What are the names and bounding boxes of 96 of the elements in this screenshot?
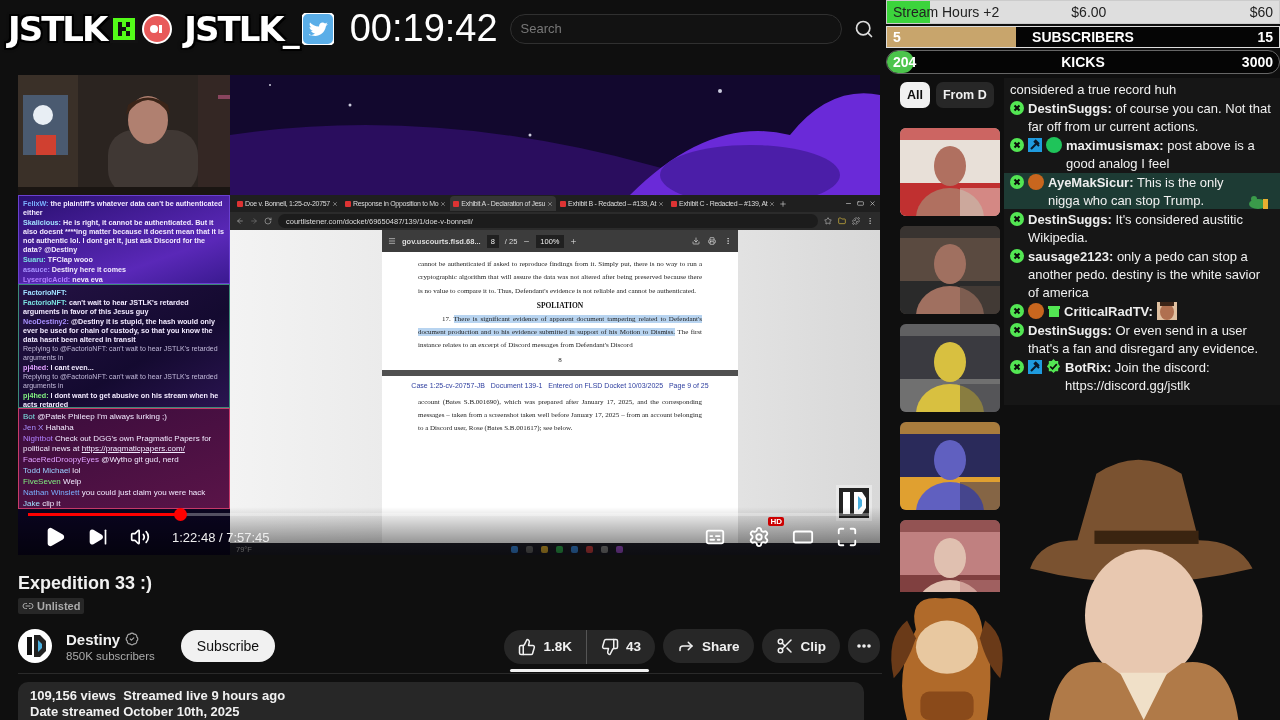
- subscriber-count: 850K subscribers: [66, 649, 155, 662]
- video-title: Expedition 33 :): [18, 573, 153, 594]
- badge-icon: [1010, 174, 1024, 189]
- badge-icon: [1010, 303, 1024, 318]
- settings-icon[interactable]: [748, 526, 770, 548]
- chat-message: FiveSeven Welp: [23, 477, 83, 488]
- next-icon[interactable]: [88, 527, 108, 547]
- progress-handle[interactable]: [173, 508, 187, 521]
- close-icon[interactable]: [658, 200, 665, 207]
- thumbs-up-icon: [518, 637, 537, 656]
- menu-icon[interactable]: [388, 237, 396, 245]
- download-icon[interactable]: [692, 237, 700, 245]
- chat-message: DestinSuggs: Or even send in a user that's a fan and disregard any evidence.: [1028, 323, 1259, 356]
- description-box[interactable]: 109,156 views Streamed live 9 hours ago Date streamed October 10th, 2025: [18, 682, 864, 720]
- close-icon[interactable]: [547, 200, 554, 207]
- chat-message: Todd Michael lol: [23, 466, 82, 477]
- print-icon[interactable]: [708, 237, 716, 245]
- chat-message: CriticalRadTV:: [1064, 304, 1153, 319]
- badge-icon: [1010, 100, 1024, 115]
- chat-message: Nathan Winslett you could just claim you were hack: [23, 488, 207, 499]
- badge-icon: [1010, 211, 1024, 226]
- badge-icon: [1010, 359, 1024, 374]
- chat-message: Nightbot Check out DGG's own Pragmatic Papers for political news at https://pragmaticpapers.com/: [23, 434, 213, 455]
- hammer-icon: [1028, 137, 1042, 152]
- filter-chip[interactable]: From D: [936, 82, 994, 108]
- search-field[interactable]: Search: [509, 13, 842, 44]
- channel-avatar[interactable]: [18, 629, 52, 663]
- reload-icon[interactable]: [264, 217, 272, 225]
- channel-logo-icon: [836, 485, 872, 521]
- close-icon[interactable]: [440, 200, 447, 207]
- close-icon[interactable]: [331, 200, 338, 207]
- filter-chip[interactable]: All: [900, 82, 930, 108]
- logo-text: JSTLK: [8, 8, 107, 49]
- chat-message: DestinSuggs: of course you can. Not that far off from ur current actions.: [1028, 101, 1271, 134]
- zoom-in-icon[interactable]: [569, 237, 577, 245]
- close-icon[interactable]: [769, 200, 776, 207]
- clip-button[interactable]: Clip: [761, 629, 840, 663]
- gift-icon: [1048, 303, 1060, 318]
- chat-message: Bot @Patek Phileep I'm always lurking ;): [23, 412, 168, 423]
- chat-message: Jen X Hahaha: [23, 423, 75, 434]
- frog-emote-icon: [1248, 195, 1270, 209]
- video-player[interactable]: [18, 75, 880, 555]
- more-icon: [857, 644, 871, 648]
- share-button[interactable]: Share: [662, 629, 754, 663]
- thumbs-down-icon: [600, 637, 619, 656]
- chat-message: DestinSuggs: It's considered austitic Wikipedia.: [1028, 212, 1243, 245]
- view-stats: 109,156 views Streamed live 9 hours ago: [30, 688, 287, 704]
- verified-icon: [1046, 359, 1061, 374]
- volume-icon[interactable]: [130, 527, 150, 547]
- badge-icon: [1010, 137, 1024, 152]
- hd-badge: HD: [768, 517, 784, 526]
- stream-timer: 00:19:42: [349, 7, 498, 50]
- chat-message: sausage2123: only a pedo can stop a another pedo. destiny is the white savior of america: [1028, 249, 1260, 300]
- back-icon[interactable]: [236, 217, 244, 225]
- chat-message: AyeMakSicur: This is the only nigga who can stop Trump.: [1048, 175, 1224, 208]
- like-button[interactable]: 1.8K: [504, 629, 586, 664]
- goal-label: SUBSCRIBERS: [1031, 29, 1135, 45]
- fullscreen-icon[interactable]: [836, 526, 858, 548]
- chat-message: considered a true record huh: [1010, 82, 1177, 97]
- progress-track[interactable]: [28, 508, 870, 521]
- stream-date: Date streamed October 10th, 2025: [30, 704, 241, 720]
- chat-message: maximusismax: post above is a good analog I feel: [1066, 138, 1255, 171]
- badge-icon: [1010, 248, 1024, 263]
- star-icon[interactable]: [824, 217, 832, 225]
- hammer-icon: [1028, 359, 1042, 374]
- emote-icon: [1156, 302, 1177, 320]
- dislike-button[interactable]: 43: [585, 629, 655, 664]
- more-button[interactable]: [848, 629, 880, 663]
- link-icon: [22, 600, 34, 612]
- record-icon: [142, 13, 173, 44]
- goal-current: 5: [893, 29, 902, 45]
- chat-message: Jake clip it: [23, 499, 62, 508]
- extension-icon[interactable]: [852, 217, 860, 225]
- more-icon[interactable]: [724, 237, 732, 245]
- goal-target: 3000: [1240, 54, 1273, 70]
- goal-label: KICKS: [1060, 54, 1106, 70]
- goal-current: $6.00: [1071, 4, 1108, 20]
- chat-message: FaceRedDroopyEyes @Wytho git gud, nerd: [23, 455, 180, 466]
- verified-icon: [125, 632, 140, 646]
- maximize-icon[interactable]: [857, 200, 864, 207]
- minimize-icon[interactable]: [845, 200, 852, 207]
- unlisted-badge: Unlisted: [18, 598, 85, 614]
- goal-target: 15: [1256, 29, 1273, 45]
- menu-icon[interactable]: [866, 217, 874, 225]
- search-icon[interactable]: [854, 18, 874, 39]
- scissors-icon: [775, 637, 794, 655]
- channel-name[interactable]: Destiny: [66, 630, 121, 648]
- logo-text: JSTLK_: [184, 8, 298, 49]
- close-icon[interactable]: [869, 200, 876, 207]
- badge-icon: [1010, 322, 1024, 337]
- chat-message: BotRix: Join the discord: https://discord.gg/jstlk: [1065, 360, 1210, 393]
- folder-icon[interactable]: [838, 217, 846, 225]
- bird-icon: [301, 12, 334, 45]
- goal-target: $60: [1249, 4, 1273, 20]
- new-tab-icon[interactable]: [779, 199, 788, 208]
- subscribe-button[interactable]: Subscribe: [180, 630, 276, 662]
